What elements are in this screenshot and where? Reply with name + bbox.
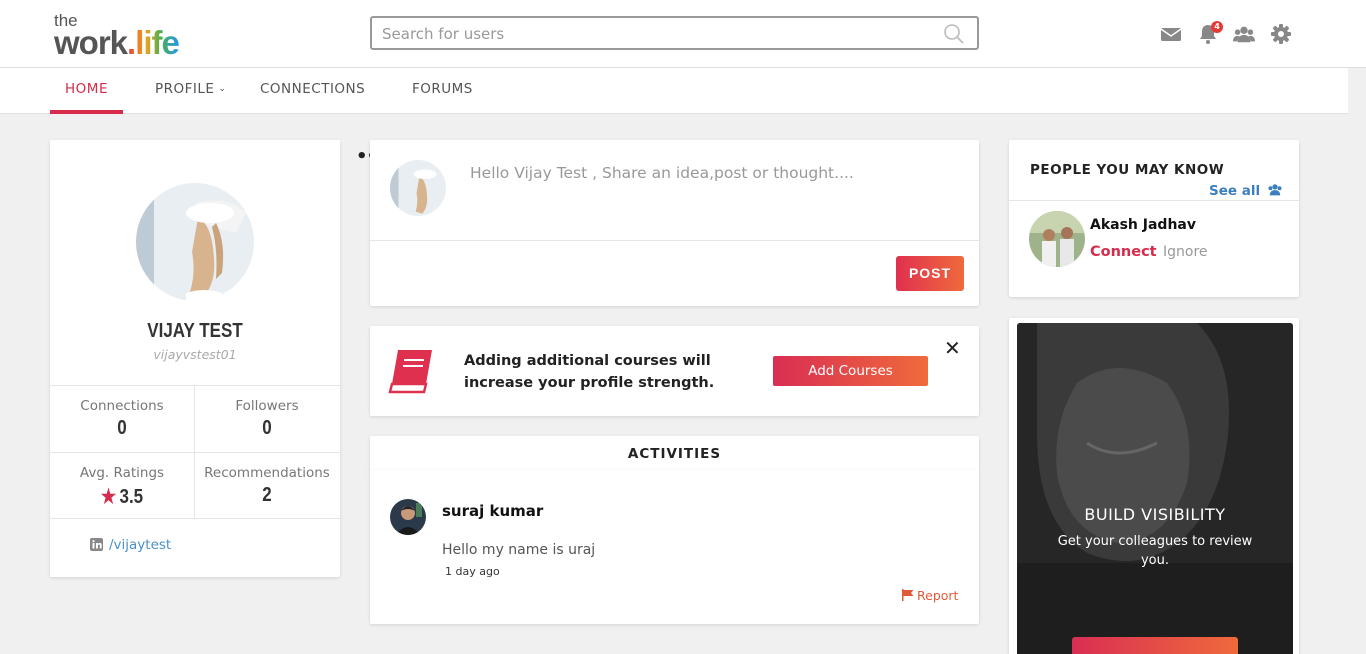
book-icon <box>388 350 432 394</box>
activity-username[interactable]: suraj kumar <box>442 502 543 520</box>
notifications-bell[interactable]: 4 <box>1197 21 1223 45</box>
linkedin-icon <box>90 538 103 551</box>
stat-label: Avg. Ratings <box>79 465 165 481</box>
stat-connections[interactable]: Connections 0 <box>50 398 194 440</box>
courses-banner: Adding additional courses will increase … <box>370 326 979 416</box>
tab-connections-label: CONNECTIONS <box>260 81 366 97</box>
promo-subtitle: Get your colleagues to review you. <box>1057 534 1253 568</box>
linkedin-link[interactable]: /vijaytest <box>90 537 171 553</box>
users-group-icon <box>1268 184 1282 196</box>
stat-followers[interactable]: Followers 0 <box>195 398 339 440</box>
tab-forums-label: FORUMS <box>412 81 473 97</box>
see-all-label: See all <box>1209 183 1261 199</box>
stat-ratings[interactable]: Avg. Ratings ★ 3.5 <box>50 465 194 509</box>
stat-label: Connections <box>80 398 164 414</box>
profile-photo <box>136 183 254 301</box>
suggestion-avatar[interactable] <box>1029 211 1085 267</box>
close-icon[interactable]: ✕ <box>944 338 961 358</box>
post-composer: Hello Vijay Test , Share an idea,post or… <box>370 140 979 306</box>
profile-username: vijayvstest01 <box>153 347 237 362</box>
tab-profile-label: PROFILE <box>155 81 215 97</box>
main-nav: HOME PROFILE ⌄ CONNECTIONS FORUMS <box>0 68 1348 114</box>
stats-divider <box>50 452 340 453</box>
tab-home-label: HOME <box>65 81 108 97</box>
profile-name: VIJAY TEST <box>147 320 243 342</box>
promo-photo <box>1017 323 1293 654</box>
post-input[interactable]: Hello Vijay Test , Share an idea,post or… <box>470 164 854 182</box>
stat-value: 0 <box>262 417 272 439</box>
search-input[interactable] <box>382 23 922 45</box>
promo-title: BUILD VISIBILITY <box>1084 505 1226 524</box>
ignore-button[interactable]: Ignore <box>1163 244 1208 260</box>
stat-label: Recommendations <box>204 465 330 481</box>
tab-forums[interactable]: FORUMS <box>412 68 473 114</box>
notification-badge: 4 <box>1211 21 1223 33</box>
see-all-link[interactable]: See all <box>1209 183 1283 199</box>
chevron-down-icon: ⌄ <box>218 84 227 94</box>
report-label: Report <box>917 588 959 603</box>
people-you-may-know-card: PEOPLE YOU MAY KNOW See all Akash Jadhav… <box>1009 140 1299 297</box>
users-group-icon[interactable] <box>1233 23 1255 45</box>
search-icon[interactable] <box>943 23 965 45</box>
flag-icon <box>902 589 914 601</box>
suggestion-name[interactable]: Akash Jadhav <box>1090 217 1196 233</box>
composer-divider <box>370 240 979 241</box>
activity-avatar[interactable] <box>390 499 426 535</box>
build-visibility-promo: BUILD VISIBILITY Get your colleagues to … <box>1009 318 1299 654</box>
tab-profile[interactable]: PROFILE ⌄ <box>155 68 227 114</box>
user-photo <box>1029 211 1085 267</box>
courses-message: Adding additional courses will increase … <box>464 353 715 391</box>
linkedin-handle: /vijaytest <box>109 537 172 553</box>
stat-recommendations[interactable]: Recommendations 2 <box>195 465 339 507</box>
activity-text: Hello my name is uraj <box>442 542 596 558</box>
stat-label: Followers <box>235 398 299 414</box>
activity-item: suraj kumar Hello my name is uraj 1 day … <box>370 470 979 624</box>
user-photo <box>390 499 426 535</box>
profile-stats: Connections 0 Followers 0 Avg. Ratings ★… <box>50 385 340 519</box>
search-box <box>370 16 979 50</box>
logo-work-text: work <box>54 24 128 61</box>
post-button[interactable]: POST <box>896 256 964 291</box>
user-photo <box>390 160 446 216</box>
tab-connections[interactable]: CONNECTIONS <box>260 68 365 114</box>
profile-avatar[interactable] <box>136 183 254 301</box>
star-icon: ★ <box>100 486 117 508</box>
activities-header: ACTIVITIES <box>370 436 979 472</box>
composer-avatar <box>390 160 446 216</box>
logo-main-text: work.life <box>54 24 180 61</box>
rating-value: 3.5 <box>119 486 144 508</box>
activities-title: ACTIVITIES <box>627 446 722 462</box>
people-title: PEOPLE YOU MAY KNOW <box>1030 162 1225 178</box>
top-header: the work.life 4 <box>0 0 1366 68</box>
connect-button[interactable]: Connect <box>1090 244 1157 260</box>
promo-action-button[interactable] <box>1072 637 1238 654</box>
stat-value: 2 <box>262 484 272 506</box>
people-divider <box>1009 200 1299 201</box>
promo-background: BUILD VISIBILITY Get your colleagues to … <box>1017 323 1293 654</box>
profile-card: ••• VIJAY TEST vijayvstest01 Connections… <box>50 140 389 577</box>
activity-timestamp: 1 day ago <box>445 565 500 578</box>
add-courses-button[interactable]: Add Courses <box>773 356 928 386</box>
stat-value: ★ 3.5 <box>61 484 183 509</box>
envelope-icon[interactable] <box>1160 23 1182 45</box>
logo-life-text: .life <box>127 24 180 61</box>
stat-value: 0 <box>117 417 127 439</box>
gear-icon[interactable] <box>1270 23 1292 45</box>
tab-home[interactable]: HOME <box>50 68 123 114</box>
report-link[interactable]: Report <box>902 588 958 603</box>
